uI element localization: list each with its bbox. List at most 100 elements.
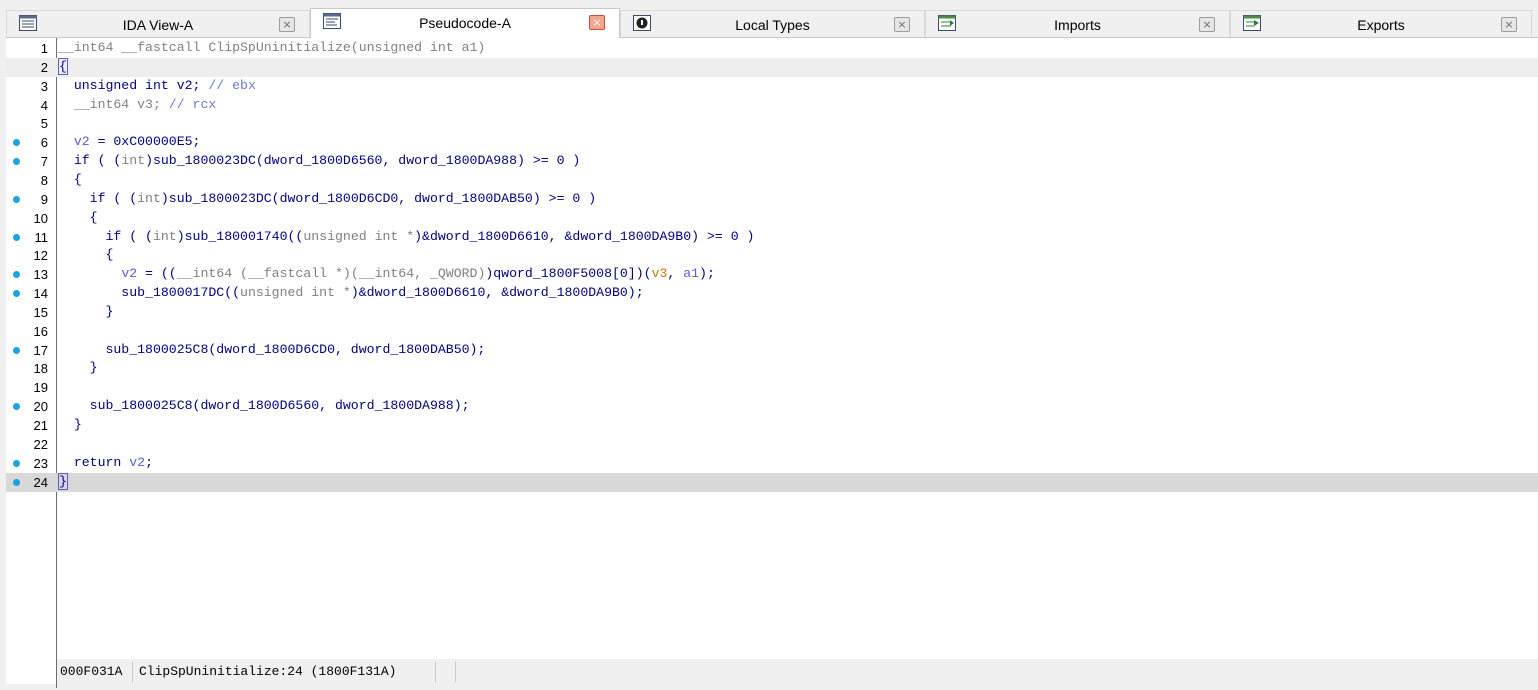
line-number: 5	[40, 116, 48, 132]
line-number: 24	[33, 474, 48, 490]
code-text: unsigned int v2; // ebx	[58, 78, 256, 93]
close-icon[interactable]: ×	[279, 17, 295, 32]
close-icon[interactable]: ×	[1501, 17, 1517, 32]
code-token: int	[121, 153, 146, 169]
code-token: int	[152, 228, 177, 244]
line-number: 14	[33, 286, 48, 302]
line-number: 18	[33, 361, 48, 377]
tab-local-types[interactable]: Local Types ×	[620, 10, 925, 37]
code-line[interactable]: 7 if ( (int)sub_1800023DC(dword_1800D656…	[6, 152, 1538, 171]
code-token: sub_1800025C8(dword_1800D6560, dword_180…	[58, 398, 470, 414]
code-line[interactable]: 16	[6, 322, 1538, 341]
code-line[interactable]: 12 {	[6, 246, 1538, 265]
code-line[interactable]: 23 return v2;	[6, 454, 1538, 473]
code-line[interactable]: 13 v2 = ((__int64 (__fastcall *)(__int64…	[6, 265, 1538, 284]
code-token: a1	[683, 266, 700, 282]
tab-label: Imports	[1054, 17, 1101, 33]
tab-label: Pseudocode-A	[419, 15, 511, 31]
code-token: }	[58, 417, 82, 432]
code-text: __int64 __fastcall ClipSpUninitialize(un…	[58, 40, 485, 55]
code-line[interactable]: 9 if ( (int)sub_1800023DC(dword_1800D6CD…	[6, 190, 1538, 209]
tab-label: IDA View-A	[122, 17, 194, 33]
code-token: if ( (	[58, 228, 153, 244]
code-line[interactable]: 24}	[6, 472, 1538, 492]
code-token: v2	[129, 454, 146, 470]
line-number: 2	[40, 59, 48, 75]
code-text: }	[58, 360, 98, 375]
pseudocode-editor[interactable]: 1 __int64 __fastcall ClipSpUninitialize(u…	[6, 37, 1538, 688]
code-line[interactable]: 8 {	[6, 171, 1538, 190]
code-line[interactable]: 11 if ( (int)sub_180001740((unsigned int…	[6, 228, 1538, 247]
code-text: __int64 v3; // rcx	[58, 97, 216, 112]
code-token: )sub_1800023DC(dword_1800D6560, dword_18…	[145, 153, 581, 169]
code-text: v2 = ((__int64 (__fastcall *)(__int64, _…	[58, 266, 715, 281]
tab-imports[interactable]: Imports ×	[925, 10, 1230, 37]
close-icon[interactable]: ×	[1199, 17, 1215, 32]
code-text: sub_1800017DC((unsigned int *)&dword_180…	[58, 285, 643, 301]
code-token: // rcx	[168, 96, 217, 112]
code-token: __int64 v3;	[58, 96, 169, 112]
code-token: v2	[73, 134, 90, 150]
code-line[interactable]: 10 {	[6, 209, 1538, 228]
code-text: {	[58, 57, 68, 75]
code-line[interactable]: 5	[6, 114, 1538, 133]
status-location: ClipSpUninitialize:24 (1800F131A)	[139, 664, 397, 679]
line-number: 11	[34, 229, 49, 245]
code-text: {	[58, 210, 98, 225]
close-icon[interactable]: ×	[894, 17, 910, 32]
code-line[interactable]: 14 sub_1800017DC((unsigned int *)&dword_…	[6, 284, 1538, 303]
code-token: unsigned int *	[303, 228, 415, 244]
status-divider	[455, 662, 456, 682]
tab-bar: IDA View-A × Pseudocode-A × Local Types …	[6, 8, 1532, 38]
code-token: // ebx	[208, 77, 256, 93]
code-token: );	[699, 266, 715, 282]
code-text: }	[58, 472, 68, 490]
code-line[interactable]: 6 v2 = 0xC00000E5;	[6, 133, 1538, 152]
line-number: 9	[40, 191, 48, 207]
code-token: unsigned int v2;	[58, 77, 209, 93]
code-line[interactable]: 21 }	[6, 416, 1538, 435]
code-token: )&dword_1800D6610, &dword_1800DA9B0) >= …	[414, 228, 755, 244]
status-offset: 000F031A	[60, 664, 123, 679]
code-text: if ( (int)sub_1800023DC(dword_1800D6CD0,…	[58, 190, 597, 206]
code-token: ,	[667, 266, 684, 282]
code-line[interactable]: 20 sub_1800025C8(dword_1800D6560, dword_…	[6, 397, 1538, 416]
status-gutter	[6, 659, 56, 684]
close-icon[interactable]: ×	[589, 15, 605, 30]
code-token: sub_1800017DC((	[58, 285, 241, 301]
tab-pseudocode-a[interactable]: Pseudocode-A ×	[310, 8, 620, 38]
code-token: = ((	[137, 266, 177, 282]
code-line[interactable]: 4 __int64 v3; // rcx	[6, 96, 1538, 115]
code-line[interactable]: 19	[6, 378, 1538, 397]
code-token: v2	[121, 266, 138, 282]
tab-ida-view-a[interactable]: IDA View-A ×	[6, 10, 310, 37]
code-line[interactable]: 22	[6, 435, 1538, 454]
code-line[interactable]: 2{	[6, 57, 1538, 77]
code-token: )sub_1800023DC(dword_1800D6CD0, dword_18…	[160, 190, 597, 206]
code-line[interactable]: 3 unsigned int v2; // ebx	[6, 77, 1538, 96]
code-text: return v2;	[58, 455, 153, 470]
code-line[interactable]: 17 sub_1800025C8(dword_1800D6CD0, dword_…	[6, 341, 1538, 360]
code-token: = 0xC00000E5;	[89, 134, 201, 150]
code-line[interactable]: 15 }	[6, 303, 1538, 322]
tab-exports[interactable]: Exports ×	[1230, 10, 1532, 37]
line-number: 23	[33, 455, 48, 471]
code-line[interactable]: 18 }	[6, 359, 1538, 378]
code-text: {	[58, 247, 113, 262]
code-token: {	[58, 171, 82, 187]
code-token: {	[58, 209, 98, 225]
code-token: unsigned int *	[240, 285, 351, 301]
code-text: sub_1800025C8(dword_1800D6CD0, dword_180…	[58, 342, 485, 357]
code-text: sub_1800025C8(dword_1800D6560, dword_180…	[58, 398, 470, 413]
code-line[interactable]: 1 __int64 __fastcall ClipSpUninitialize(u…	[6, 39, 1538, 58]
code-token: }	[58, 303, 114, 319]
status-divider	[435, 662, 436, 682]
status-bar: 000F031A ClipSpUninitialize:24 (1800F131…	[57, 659, 1538, 684]
line-number: 3	[40, 78, 48, 94]
line-number: 10	[33, 210, 48, 226]
line-number: 1	[40, 41, 48, 56]
code-token: {	[58, 57, 68, 75]
code-text: if ( (int)sub_180001740((unsigned int *)…	[58, 229, 754, 244]
line-number: 12	[33, 248, 48, 264]
